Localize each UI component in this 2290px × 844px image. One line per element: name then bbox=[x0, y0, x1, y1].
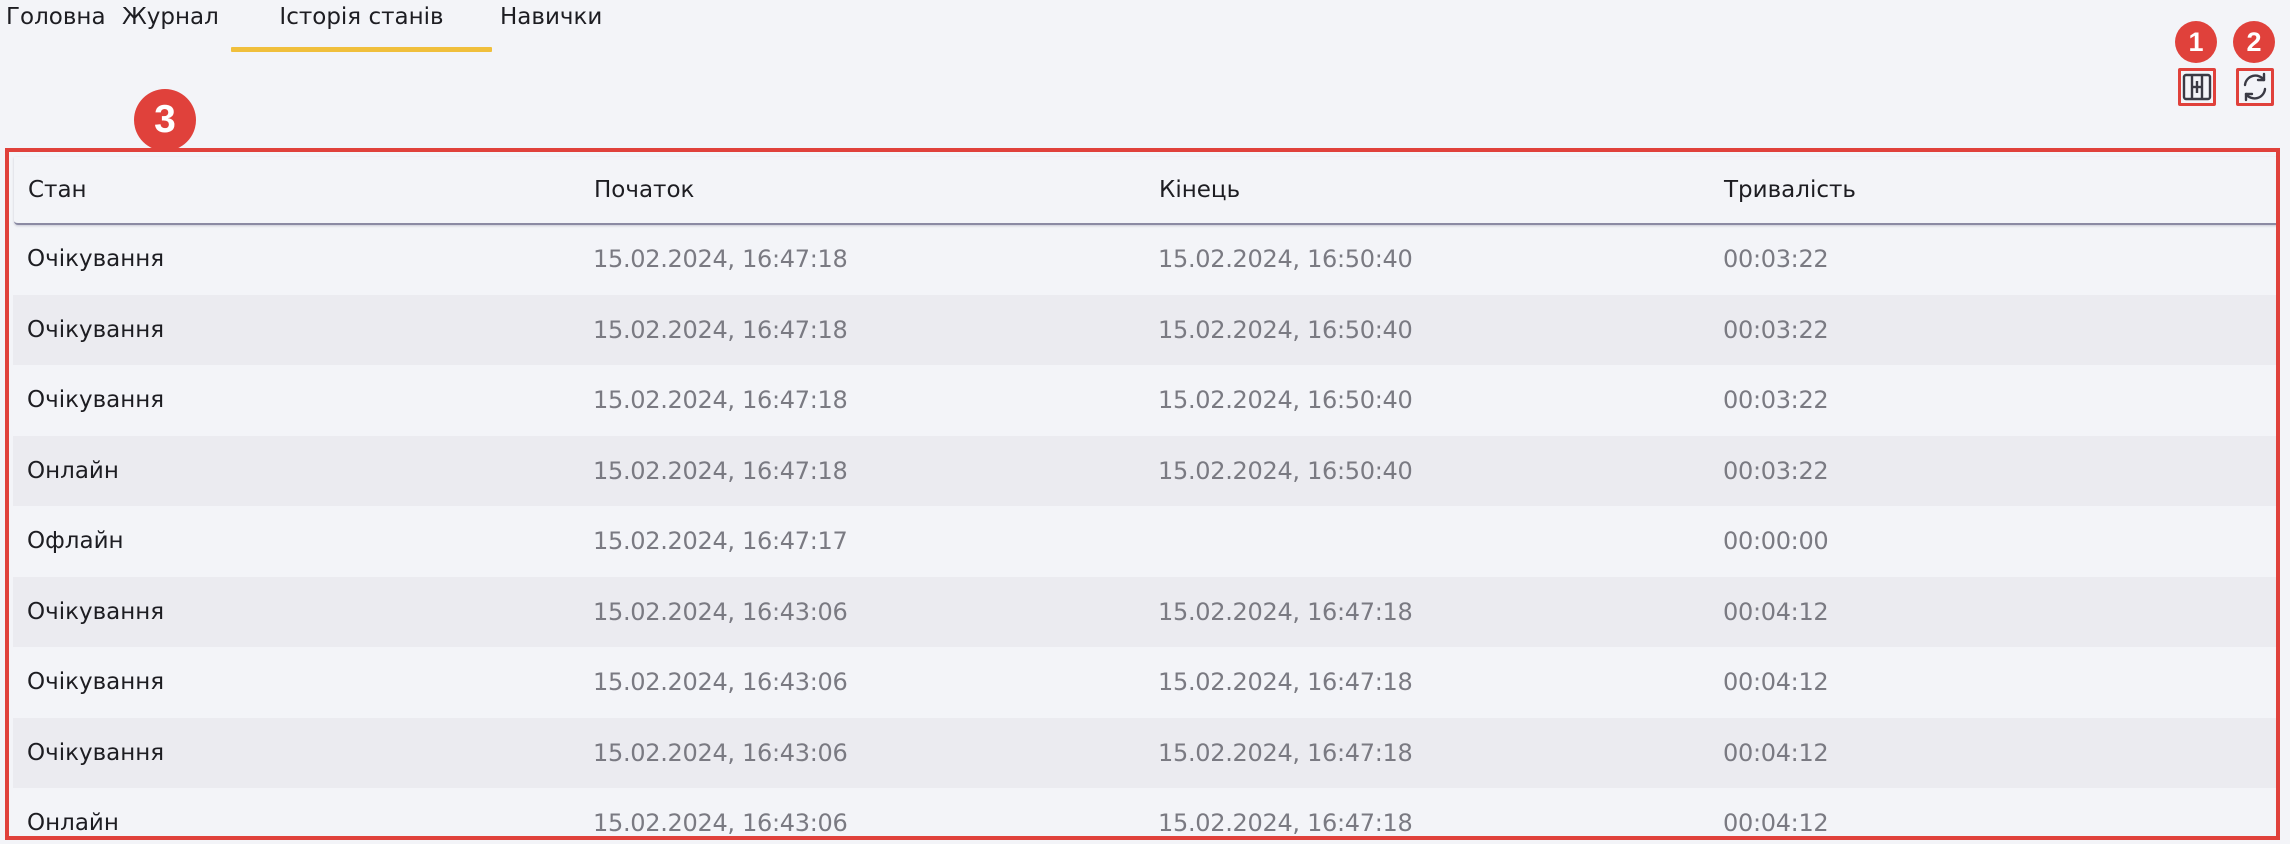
cell-duration: 00:03:22 bbox=[1723, 245, 1829, 273]
column-header-end[interactable]: Кінець bbox=[1159, 157, 1240, 223]
column-header-duration[interactable]: Тривалість bbox=[1724, 157, 1856, 223]
cell-end: 15.02.2024, 16:50:40 bbox=[1158, 315, 1413, 344]
annotation-badge-1: 1 bbox=[2175, 21, 2217, 63]
cell-state: Очікування bbox=[27, 598, 165, 625]
cell-duration: 00:03:22 bbox=[1723, 386, 1829, 414]
cell-duration: 00:04:12 bbox=[1723, 738, 1829, 767]
cell-end: 15.02.2024, 16:50:40 bbox=[1158, 245, 1413, 273]
cell-duration: 00:03:22 bbox=[1723, 456, 1829, 485]
table-body: Очікування 15.02.2024, 16:47:18 15.02.20… bbox=[13, 224, 2276, 837]
column-settings-button[interactable] bbox=[2178, 68, 2216, 106]
cell-end: 15.02.2024, 16:50:40 bbox=[1158, 386, 1413, 414]
tab-journal[interactable]: Журнал bbox=[122, 0, 232, 52]
table-row[interactable]: Очікування 15.02.2024, 16:43:06 15.02.20… bbox=[13, 647, 2276, 718]
cell-duration: 00:04:12 bbox=[1723, 809, 1829, 837]
cell-state: Онлайн bbox=[27, 810, 119, 836]
cell-state: Очікування bbox=[27, 387, 165, 413]
column-settings-icon bbox=[2182, 72, 2212, 102]
state-history-table: Стан Початок Кінець Тривалість Очікуванн… bbox=[5, 148, 2280, 840]
cell-end: 15.02.2024, 16:47:18 bbox=[1158, 738, 1413, 767]
cell-start: 15.02.2024, 16:47:18 bbox=[593, 245, 848, 273]
cell-end: 15.02.2024, 16:47:18 bbox=[1158, 809, 1413, 837]
cell-start: 15.02.2024, 16:47:17 bbox=[593, 527, 848, 555]
cell-state: Очікування bbox=[27, 246, 165, 272]
column-header-start[interactable]: Початок bbox=[594, 157, 694, 223]
cell-state: Онлайн bbox=[27, 457, 119, 484]
cell-start: 15.02.2024, 16:47:18 bbox=[593, 315, 848, 344]
table-header: Стан Початок Кінець Тривалість bbox=[14, 157, 2276, 225]
table-row[interactable]: Онлайн 15.02.2024, 16:43:06 15.02.2024, … bbox=[13, 788, 2276, 837]
cell-state: Очікування bbox=[27, 316, 165, 343]
cell-state: Очікування bbox=[27, 739, 165, 766]
table-row[interactable]: Очікування 15.02.2024, 16:47:18 15.02.20… bbox=[13, 294, 2276, 365]
column-header-state[interactable]: Стан bbox=[28, 157, 87, 223]
table-row[interactable]: Очікування 15.02.2024, 16:43:06 15.02.20… bbox=[13, 576, 2276, 647]
state-history-page: Головна Журнал Історія станів Навички 1 … bbox=[0, 0, 2290, 844]
cell-start: 15.02.2024, 16:47:18 bbox=[593, 386, 848, 414]
cell-state: Очікування bbox=[27, 669, 165, 695]
refresh-button[interactable] bbox=[2236, 68, 2274, 106]
cell-start: 15.02.2024, 16:43:06 bbox=[593, 738, 848, 767]
annotation-badge-2: 2 bbox=[2233, 21, 2275, 63]
annotation-badge-3: 3 bbox=[134, 89, 196, 151]
cell-state: Офлайн bbox=[27, 528, 124, 554]
cell-end: 15.02.2024, 16:50:40 bbox=[1158, 456, 1413, 485]
table-row[interactable]: Онлайн 15.02.2024, 16:47:18 15.02.2024, … bbox=[13, 435, 2276, 506]
tab-skills[interactable]: Навички bbox=[500, 0, 610, 52]
cell-duration: 00:00:00 bbox=[1723, 527, 1829, 555]
cell-start: 15.02.2024, 16:43:06 bbox=[593, 809, 848, 837]
tab-state-history[interactable]: Історія станів bbox=[231, 0, 492, 52]
cell-start: 15.02.2024, 16:43:06 bbox=[593, 668, 848, 696]
refresh-icon bbox=[2239, 71, 2271, 103]
table-row[interactable]: Очікування 15.02.2024, 16:47:18 15.02.20… bbox=[13, 224, 2276, 295]
table-row[interactable]: Очікування 15.02.2024, 16:43:06 15.02.20… bbox=[13, 717, 2276, 788]
cell-duration: 00:03:22 bbox=[1723, 315, 1829, 344]
table-row[interactable]: Очікування 15.02.2024, 16:47:18 15.02.20… bbox=[13, 365, 2276, 436]
cell-duration: 00:04:12 bbox=[1723, 668, 1829, 696]
cell-end: 15.02.2024, 16:47:18 bbox=[1158, 597, 1413, 626]
tab-home[interactable]: Головна bbox=[6, 0, 106, 52]
cell-duration: 00:04:12 bbox=[1723, 597, 1829, 626]
cell-end: 15.02.2024, 16:47:18 bbox=[1158, 668, 1413, 696]
cell-start: 15.02.2024, 16:47:18 bbox=[593, 456, 848, 485]
cell-start: 15.02.2024, 16:43:06 bbox=[593, 597, 848, 626]
table-row[interactable]: Офлайн 15.02.2024, 16:47:17 00:00:00 bbox=[13, 506, 2276, 577]
